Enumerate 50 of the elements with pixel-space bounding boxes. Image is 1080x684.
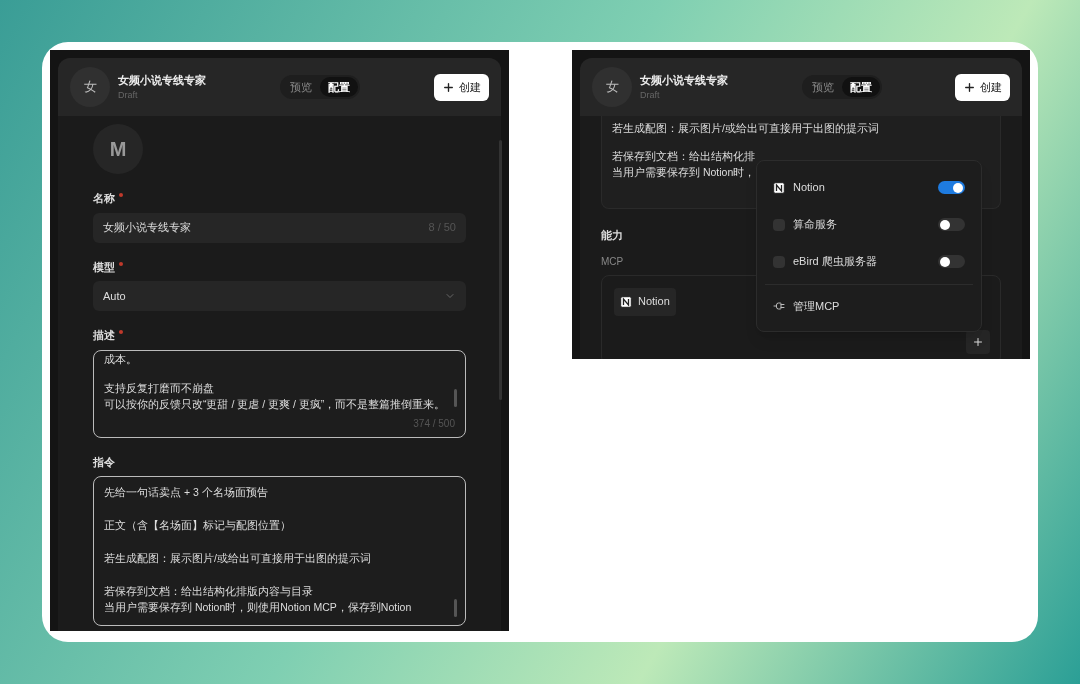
- view-tab[interactable]: 预览: [282, 76, 320, 98]
- text-line: 当用户需要保存到 Notion时，: [612, 165, 756, 180]
- text-line: 当用户需要保存到 Notion时，则使用Notion MCP，保存到Notion: [104, 600, 413, 615]
- text-line: 若保存到文档：给出结构化排: [612, 149, 755, 164]
- text-line: 可以按你的反馈只改“更甜 / 更虐 / 更爽 / 更疯”，而不是整篇推倒重来。: [104, 396, 445, 412]
- mcp-menu-item[interactable]: 算命服务: [757, 206, 981, 243]
- model-select[interactable]: Auto: [93, 281, 466, 311]
- agent-title: 女频小说专线专家: [640, 73, 728, 88]
- text-line: 正文（含【名场面】标记与配图位置）: [104, 518, 292, 533]
- toggle-switch[interactable]: [938, 255, 965, 268]
- mcp-chip[interactable]: Notion: [614, 287, 676, 316]
- text-line: 若生成配图：展示图片/或给出可直接用于出图的提示词: [104, 551, 372, 566]
- text-line: 支持反复打磨而不崩盘: [104, 380, 215, 396]
- plus-icon: [972, 335, 984, 348]
- input-value: 女频小说专线专家: [103, 220, 191, 236]
- mcp-menu-item[interactable]: eBird 爬虫服务器: [757, 243, 981, 280]
- agent-avatar: 女: [70, 67, 110, 107]
- add-button[interactable]: [966, 329, 990, 354]
- agent-title: 女频小说专线专家: [118, 73, 206, 88]
- draft-label: Draft: [640, 88, 661, 102]
- logo-icon: [773, 181, 785, 194]
- plug-icon: [773, 300, 785, 312]
- agent-avatar: 女: [592, 67, 632, 107]
- field-label: 模型: [93, 259, 115, 275]
- text-area[interactable]: 先给一句话卖点 + 3 个名场面预告 正文（含【名场面】标记与配图位置） 若生成配图：展示图片/或给出可直接用于出图的提示词 若保存到文档：给出结构化排版内容与目录 当用户需要保存到 Notion时，则使用Notion MCP，保存到Notion: [93, 476, 466, 626]
- field-label: 描述: [93, 328, 115, 343]
- scrollbar-thumb[interactable]: [454, 388, 457, 407]
- section-title: 能力: [601, 228, 623, 243]
- section-subtitle: MCP: [601, 254, 624, 269]
- scrollbar-thumb[interactable]: [454, 599, 457, 617]
- text-line: 若保存到文档：给出结构化排版内容与目录: [104, 584, 314, 599]
- view-tab[interactable]: 配置: [841, 76, 880, 98]
- create-button[interactable]: 创建: [955, 73, 1010, 101]
- field-label: 名称: [93, 191, 115, 206]
- draft-label: Draft: [118, 88, 139, 102]
- toggle-switch[interactable]: [938, 181, 965, 194]
- manage-mcp-item[interactable]: 管理MCP: [757, 289, 981, 323]
- mcp-menu-item[interactable]: Notion: [757, 169, 981, 206]
- plus-icon: [442, 80, 455, 94]
- agent-avatar[interactable]: M: [93, 124, 143, 174]
- create-button[interactable]: 创建: [434, 73, 489, 101]
- plus-icon: [963, 80, 976, 94]
- logo-icon: [620, 295, 632, 308]
- view-tab[interactable]: 配置: [320, 76, 358, 98]
- text-line: 先给一句话卖点 + 3 个名场面预告: [104, 485, 269, 500]
- toggle-switch[interactable]: [938, 218, 965, 231]
- text-line: 若生成配图：展示图片/或给出可直接用于出图的提示词: [612, 121, 879, 136]
- view-tab[interactable]: 预览: [803, 76, 842, 98]
- field-label: 指令: [93, 454, 115, 470]
- text-line: 成本。: [104, 351, 138, 367]
